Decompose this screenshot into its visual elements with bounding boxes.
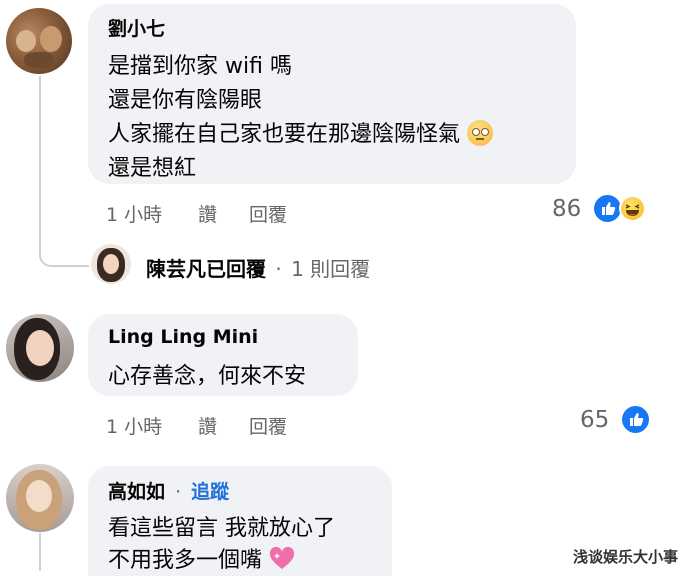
comment-text-line-with-emoji: 人家擺在自己家也要在那邊陰陽怪氣 [108, 116, 494, 148]
comment-text-line: 還是你有陰陽眼 [108, 88, 263, 113]
reaction-count[interactable]: 86 [552, 196, 581, 222]
avatar[interactable] [6, 8, 72, 74]
like-icon [594, 195, 621, 222]
rolling-eyes-emoji-icon [467, 120, 494, 146]
comment-text-line-with-emoji: 不用我多一個嘴 [108, 542, 295, 575]
comment-time[interactable]: 1 小時 [106, 200, 162, 227]
like-icon [622, 406, 649, 433]
reply-button[interactable]: 回覆 [249, 412, 287, 439]
thread-connector [39, 253, 89, 267]
avatar[interactable] [6, 464, 74, 532]
watermark: 浅谈娱乐大小事 [573, 548, 679, 566]
follow-link[interactable]: 追蹤 [191, 481, 229, 503]
comment-author[interactable]: 高如如 [108, 481, 165, 503]
comment-text: 人家擺在自己家也要在那邊陰陽怪氣 [108, 122, 461, 147]
comment-text-line: 還是想紅 [108, 156, 197, 181]
reaction-count[interactable]: 65 [580, 407, 609, 433]
haha-icon [619, 195, 646, 222]
thread-line [39, 533, 41, 571]
reply-button[interactable]: 回覆 [249, 200, 287, 227]
reply-summary-name: 陳芸凡已回覆 [146, 257, 266, 281]
comment-header: 高如如 · 追蹤 [108, 477, 229, 504]
like-button[interactable]: 讚 [198, 412, 217, 439]
comment-text-line: 是擋到你家 wifi 嗎 [108, 54, 292, 79]
separator: · [175, 481, 182, 503]
like-button[interactable]: 讚 [198, 200, 217, 227]
avatar[interactable] [91, 244, 131, 284]
comment-author[interactable]: Ling Ling Mini [108, 326, 258, 348]
comment-text-line: 心存善念，何來不安 [108, 364, 307, 389]
comment-bubble: Ling Ling Mini 心存善念，何來不安 [88, 314, 358, 396]
comment-author[interactable]: 劉小七 [108, 14, 165, 41]
comment-bubble: 高如如 · 追蹤 看這些留言 我就放心了 不用我多一個嘴 [88, 466, 392, 576]
comment-text-line: 看這些留言 我就放心了 [108, 516, 335, 541]
comment-time[interactable]: 1 小時 [106, 412, 162, 439]
thread-line [39, 76, 41, 254]
comment-bubble: 劉小七 是擋到你家 wifi 嗎 還是你有陰陽眼 人家擺在自己家也要在那邊陰陽怪… [88, 4, 576, 184]
separator: · [275, 257, 282, 281]
reply-count: 1 則回覆 [291, 257, 371, 281]
avatar[interactable] [6, 314, 74, 382]
reply-summary[interactable]: 陳芸凡已回覆 · 1 則回覆 [146, 253, 370, 282]
comment-text: 不用我多一個嘴 [108, 548, 263, 573]
